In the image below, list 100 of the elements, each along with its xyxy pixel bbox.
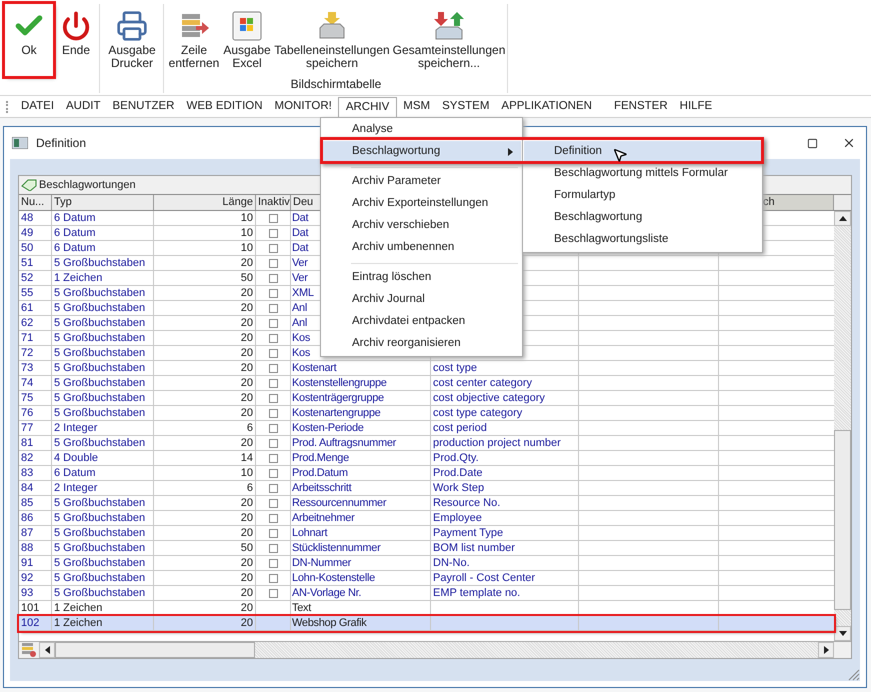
menu-tab[interactable]: BENUTZER — [106, 96, 180, 117]
menu-tab[interactable]: SYSTEM — [436, 96, 496, 117]
up-arrow-icon[interactable] — [838, 216, 846, 221]
table-row[interactable]: 77 2 Integer 6 Kosten-Periode cost period — [19, 421, 834, 436]
table-cell: 85 — [19, 496, 52, 510]
table-cell: Work Step — [431, 481, 579, 495]
scrollbar-thumb[interactable] — [834, 430, 851, 610]
checkbox[interactable] — [268, 334, 278, 342]
menu-tab[interactable]: AUDIT — [60, 96, 107, 117]
table-row[interactable]: 75 5 Großbuchstaben 20 Kostenträgergruppe cost objective category — [19, 391, 834, 406]
menu-item[interactable]: Beschlagwortung — [524, 207, 761, 229]
table-cell: 5 Großbuchstaben — [52, 286, 154, 300]
checkbox[interactable] — [268, 468, 278, 478]
menu-tab[interactable]: FENSTER — [608, 96, 674, 117]
menu-tab[interactable]: APPLIKATIONEN — [495, 96, 598, 117]
checkbox[interactable] — [268, 438, 278, 448]
table-row[interactable]: 88 5 Großbuchstaben 50 Stücklistennummer BOM list number — [19, 541, 834, 556]
menu-tab[interactable]: WEB EDITION — [180, 96, 269, 117]
checkbox[interactable] — [268, 574, 278, 582]
table-row[interactable]: 93 5 Großbuchstaben 20 AN-Vorlage Nr. EMP template no. — [19, 586, 834, 601]
checkbox[interactable] — [268, 558, 278, 568]
menu-item[interactable]: Analyse — [322, 119, 521, 141]
checkbox[interactable] — [268, 364, 278, 372]
checkbox[interactable] — [268, 424, 278, 432]
toolbar-button[interactable]: Ausgabe Excel — [223, 4, 271, 74]
menu-tab[interactable]: MONITOR! — [268, 96, 338, 117]
table-row[interactable]: 73 5 Großbuchstaben 20 Kostenart cost type — [19, 361, 834, 376]
table-row[interactable]: 85 5 Großbuchstaben 20 Ressourcennummer Resource No. — [19, 496, 834, 511]
menu-item[interactable]: Beschlagwortung mittels Formular — [524, 163, 761, 185]
vertical-scrollbar[interactable] — [834, 211, 851, 641]
checkbox[interactable] — [268, 588, 278, 598]
table-row[interactable]: 87 5 Großbuchstaben 20 Lohnart Payment Type — [19, 526, 834, 541]
table-row[interactable]: 74 5 Großbuchstaben 20 Kostenstellengruppe cost center category — [19, 376, 834, 391]
table-cell: 20 — [154, 346, 256, 360]
column-header[interactable]: Nu... — [19, 195, 52, 210]
toolbar-button[interactable]: Ok — [5, 4, 53, 76]
checkbox[interactable] — [268, 304, 278, 312]
table-cell: 20 — [154, 526, 256, 540]
checkbox[interactable] — [268, 528, 278, 538]
table-row[interactable]: 76 5 Großbuchstaben 20 Kostenartengruppe cost type category — [19, 406, 834, 421]
menu-item[interactable]: Beschlagwortung — [322, 141, 521, 163]
scrollbar-thumb[interactable] — [55, 642, 255, 658]
checkbox[interactable] — [268, 394, 278, 402]
menu-tab[interactable]: MSM — [397, 96, 436, 117]
table-cell: 10 — [154, 466, 256, 480]
table-row[interactable]: 83 6 Datum 10 Prod.Datum Prod.Date — [19, 466, 834, 481]
table-row[interactable]: 81 5 Großbuchstaben 20 Prod. Auftragsnummer production project number — [19, 436, 834, 451]
row-settings-icon[interactable] — [19, 642, 39, 658]
checkbox[interactable] — [268, 498, 278, 508]
table-cell: cost type — [431, 361, 579, 375]
table-cell: 52 — [19, 271, 52, 285]
menu-tab[interactable]: ARCHIV — [338, 97, 398, 118]
column-header[interactable]: Inaktiv — [256, 195, 291, 210]
checkbox[interactable] — [268, 544, 278, 552]
table-cell: 5 Großbuchstaben — [52, 436, 154, 450]
checkbox[interactable] — [268, 274, 278, 282]
toolbar-button[interactable]: Gesamteinstellungen speichern... — [393, 4, 505, 74]
table-row[interactable]: 91 5 Großbuchstaben 20 DN-Nummer DN-No. — [19, 556, 834, 571]
menu-tab[interactable]: DATEI — [15, 96, 60, 117]
checkbox[interactable] — [268, 348, 278, 358]
close-icon[interactable] — [842, 136, 856, 150]
right-arrow-icon[interactable] — [824, 646, 828, 654]
table-cell: Employee — [431, 511, 579, 525]
down-arrow-icon[interactable] — [838, 631, 846, 636]
table-row[interactable]: 86 5 Großbuchstaben 20 Arbeitnehmer Employee — [19, 511, 834, 526]
column-header[interactable]: Länge — [154, 195, 256, 210]
checkbox[interactable] — [268, 318, 278, 328]
checkbox[interactable] — [268, 484, 278, 492]
toolbar-button[interactable]: Zeile entfernen — [167, 4, 221, 74]
menu-item[interactable]: Definition — [524, 141, 761, 163]
checkbox[interactable] — [268, 258, 278, 268]
checkbox[interactable] — [268, 378, 278, 388]
table-cell: 88 — [19, 541, 52, 555]
table-row[interactable]: 102 1 Zeichen 20 Webshop Grafik — [19, 616, 834, 631]
table-cell: 20 — [154, 331, 256, 345]
checkbox[interactable] — [268, 408, 278, 418]
toolbar-button[interactable]: Tabelleneinstellungen speichern — [273, 4, 391, 74]
checkbox[interactable] — [268, 288, 278, 298]
checkbox[interactable] — [268, 228, 278, 238]
menu-tab[interactable]: HILFE — [674, 96, 718, 117]
table-cell: 5 Großbuchstaben — [52, 496, 154, 510]
table-cell: 20 — [154, 316, 256, 330]
checkbox[interactable] — [268, 214, 278, 222]
maximize-icon[interactable] — [807, 138, 818, 148]
toolbar-button[interactable]: Ausgabe Drucker — [103, 4, 161, 76]
table-cell: 20 — [154, 436, 256, 450]
column-header[interactable]: Typ — [52, 195, 154, 210]
checkbox[interactable] — [268, 244, 278, 252]
table-row[interactable]: 92 5 Großbuchstaben 20 Lohn-Kostenstelle Payroll - Cost Center — [19, 571, 834, 586]
resize-grip-icon[interactable] — [848, 669, 860, 681]
table-cell: 20 — [154, 376, 256, 390]
checkbox[interactable] — [268, 514, 278, 522]
table-row[interactable]: 82 4 Double 14 Prod.Menge Prod.Qty. — [19, 451, 834, 466]
menu-item[interactable]: Archiv Parameter — [322, 171, 521, 193]
left-arrow-icon[interactable] — [44, 646, 50, 654]
table-cell: 86 — [19, 511, 52, 525]
table-cell: 6 Datum — [52, 226, 154, 240]
table-row[interactable]: 84 2 Integer 6 Arbeitsschritt Work Step — [19, 481, 834, 496]
checkbox[interactable] — [268, 454, 278, 462]
toolbar-button[interactable]: Ende — [55, 4, 97, 76]
